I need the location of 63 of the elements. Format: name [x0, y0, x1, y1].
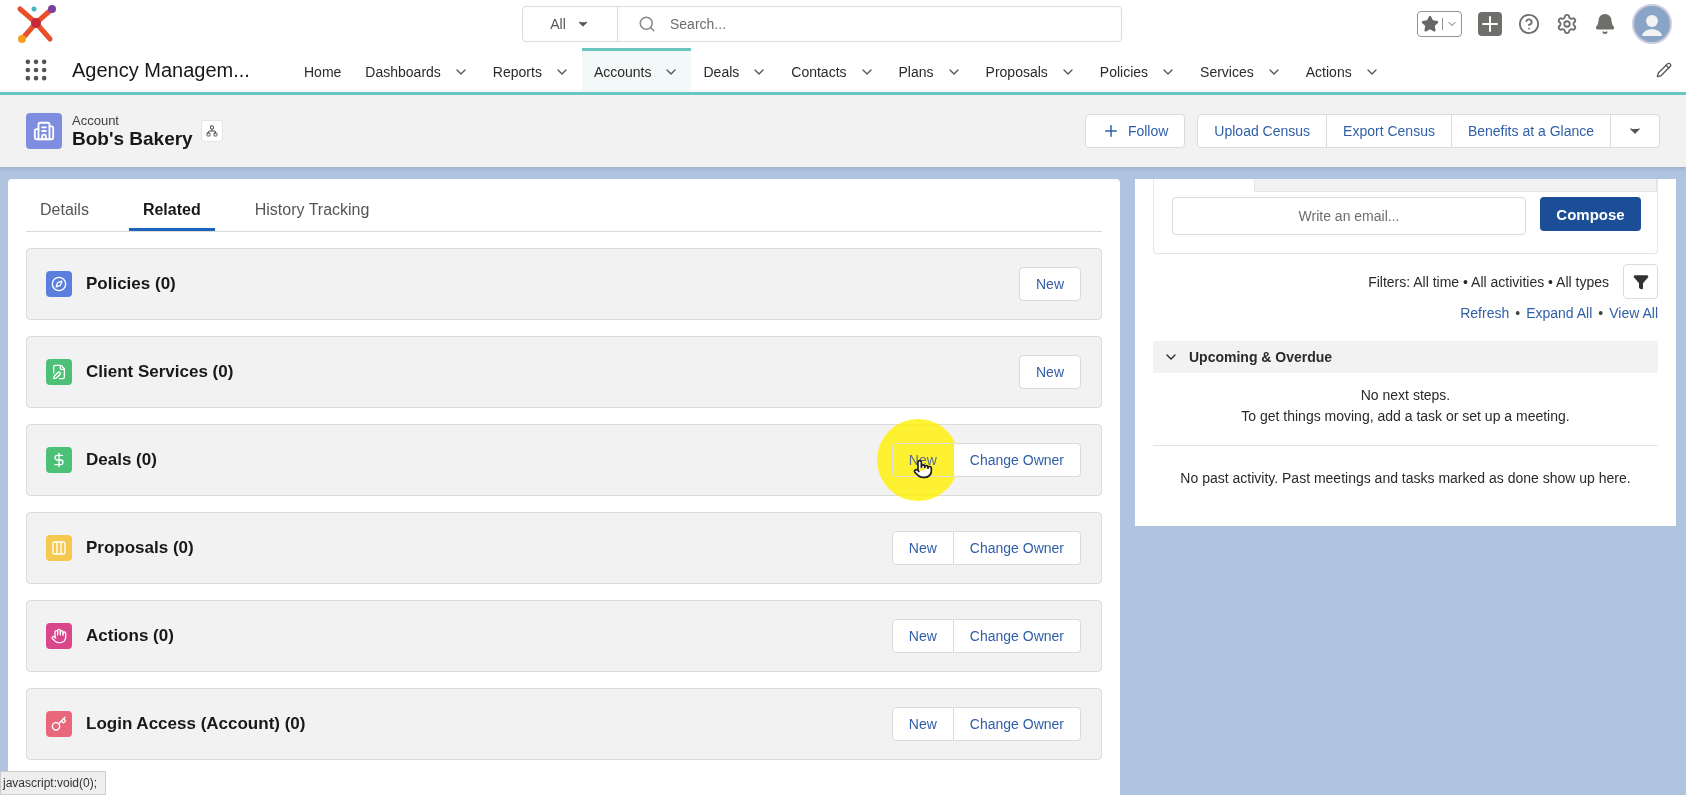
- favorites-button[interactable]: [1417, 11, 1462, 37]
- nav-tab[interactable]: Actions: [1293, 48, 1392, 92]
- nav-tab[interactable]: Deals: [691, 48, 780, 92]
- follow-button[interactable]: Follow: [1084, 114, 1186, 148]
- status-bar: javascript:void(0);: [0, 771, 107, 795]
- separator: •: [1598, 305, 1604, 321]
- hierarchy-icon[interactable]: [200, 120, 223, 142]
- nav-tab[interactable]: Home: [292, 48, 354, 92]
- filters-text: Filters: All time • All activities • All types: [1368, 273, 1609, 290]
- nav-tab[interactable]: Contacts: [779, 48, 887, 92]
- list-title[interactable]: Client Services (0): [86, 362, 234, 382]
- action-button[interactable]: Upload Census: [1197, 114, 1328, 148]
- list-title[interactable]: Policies (0): [86, 274, 176, 294]
- section-header[interactable]: Upcoming & Overdue: [1153, 341, 1658, 373]
- link[interactable]: View All: [1609, 305, 1658, 321]
- change-owner-button[interactable]: Change Owner: [953, 531, 1081, 565]
- list-title[interactable]: Deals (0): [86, 450, 157, 470]
- change-owner-button[interactable]: Change Owner: [953, 619, 1081, 653]
- empty-message: To get things moving, add a task or set up a meeting.: [1240, 407, 1571, 426]
- empty-message: No next steps.: [1359, 386, 1452, 405]
- new-button[interactable]: New: [1019, 355, 1081, 389]
- search-icon: [638, 15, 656, 33]
- nav-tab[interactable]: Services: [1188, 48, 1294, 92]
- object-type: Account: [72, 112, 120, 128]
- notifications-icon[interactable]: [1594, 13, 1616, 35]
- search-field[interactable]: All Search...: [522, 6, 1122, 42]
- nav-tab[interactable]: Dashboards: [353, 48, 481, 92]
- link[interactable]: Expand All: [1526, 305, 1593, 321]
- edit-icon[interactable]: [1656, 62, 1672, 78]
- add-icon[interactable]: [1478, 12, 1502, 36]
- change-owner-button[interactable]: Change Owner: [953, 707, 1081, 741]
- email-field[interactable]: Write an email...: [1172, 197, 1526, 235]
- tab[interactable]: Details: [26, 191, 103, 231]
- link[interactable]: Refresh: [1460, 305, 1510, 321]
- compose-button[interactable]: Compose: [1540, 197, 1641, 231]
- new-button[interactable]: New: [1019, 267, 1081, 301]
- search-scope-dropdown[interactable]: All: [523, 7, 618, 41]
- empty-message: No past activity. Past meetings and tasks marked as done show up here.: [1179, 469, 1632, 486]
- nav-tab[interactable]: Plans: [886, 48, 974, 92]
- new-button[interactable]: New: [891, 531, 954, 565]
- list-title[interactable]: Actions (0): [86, 626, 174, 646]
- nav-tab[interactable]: Policies: [1087, 48, 1189, 92]
- tab[interactable]: History Tracking: [240, 191, 384, 231]
- record-title: Bob's Bakery: [72, 127, 193, 150]
- user-avatar[interactable]: [1632, 4, 1672, 44]
- app-name: Agency Managem...: [72, 57, 251, 83]
- list-title[interactable]: Login Access (Account) (0): [86, 714, 306, 734]
- new-button[interactable]: New: [891, 619, 954, 653]
- filter-icon: [1632, 273, 1649, 290]
- filter-button[interactable]: [1623, 264, 1658, 299]
- account-icon: [26, 113, 62, 149]
- help-icon[interactable]: [1518, 13, 1540, 35]
- nav-tab[interactable]: Proposals: [973, 48, 1088, 92]
- nav-tab[interactable]: Accounts: [581, 48, 692, 92]
- list-title[interactable]: Proposals (0): [86, 538, 194, 558]
- settings-icon[interactable]: [1556, 13, 1578, 35]
- new-button[interactable]: New: [891, 707, 954, 741]
- separator: •: [1515, 305, 1521, 321]
- tab[interactable]: Related: [128, 191, 215, 231]
- action-button[interactable]: Export Census: [1327, 114, 1452, 148]
- action-button[interactable]: Benefits at a Glance: [1451, 114, 1611, 148]
- nav-tab[interactable]: Reports: [480, 48, 582, 92]
- change-owner-button[interactable]: Change Owner: [953, 443, 1081, 477]
